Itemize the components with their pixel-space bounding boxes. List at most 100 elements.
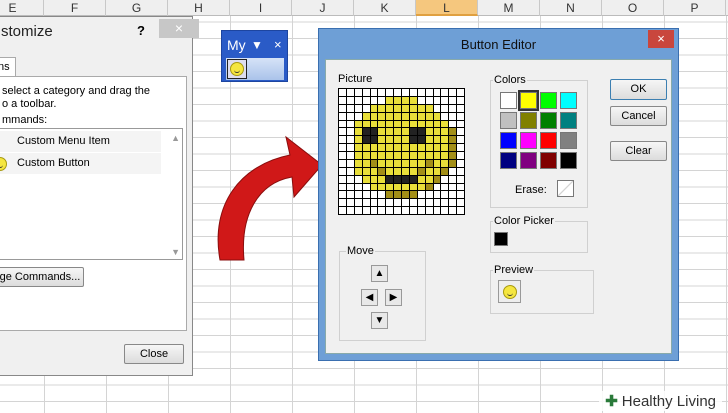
pixel-cell[interactable] — [409, 191, 417, 199]
pixel-cell[interactable] — [449, 136, 457, 144]
pixel-cell[interactable] — [402, 120, 409, 128]
pixel-cell[interactable] — [394, 199, 401, 207]
pixel-cell[interactable] — [378, 104, 386, 112]
pixel-cell[interactable] — [441, 144, 449, 151]
pixel-cell[interactable] — [386, 136, 394, 144]
custom-toolbar[interactable]: My ▼ × — [221, 30, 288, 82]
color-swatch[interactable] — [540, 132, 557, 149]
pixel-cell[interactable] — [339, 104, 346, 112]
pixel-cell[interactable] — [370, 175, 378, 183]
column-header-O[interactable]: O — [602, 0, 664, 16]
pixel-cell[interactable] — [362, 120, 370, 128]
pixel-cell[interactable] — [409, 104, 417, 112]
pixel-cell[interactable] — [433, 89, 441, 96]
pixel-cell[interactable] — [394, 175, 401, 183]
pixel-cell[interactable] — [441, 112, 449, 120]
pixel-cell[interactable] — [386, 183, 394, 191]
pixel-cell[interactable] — [394, 144, 401, 151]
color-swatch[interactable] — [520, 152, 537, 169]
pixel-cell[interactable] — [441, 175, 449, 183]
pixel-cell[interactable] — [409, 144, 417, 151]
commands-list[interactable]: Custom Menu Item Custom Button ▲ ▼ — [0, 128, 183, 260]
pixel-cell[interactable] — [449, 112, 457, 120]
pixel-cell[interactable] — [441, 96, 449, 104]
clear-button[interactable]: Clear — [610, 141, 667, 161]
pixel-cell[interactable] — [417, 120, 425, 128]
pixel-cell[interactable] — [378, 96, 386, 104]
pixel-cell[interactable] — [346, 136, 354, 144]
color-swatch[interactable] — [500, 132, 517, 149]
pixel-cell[interactable] — [339, 144, 346, 151]
pixel-cell[interactable] — [354, 144, 362, 151]
list-item[interactable]: Custom Menu Item — [0, 131, 161, 152]
pixel-cell[interactable] — [433, 104, 441, 112]
pixel-cell[interactable] — [354, 112, 362, 120]
pixel-cell[interactable] — [370, 112, 378, 120]
pixel-cell[interactable] — [449, 89, 457, 96]
pixel-cell[interactable] — [354, 175, 362, 183]
pixel-cell[interactable] — [425, 120, 433, 128]
pixel-cell[interactable] — [346, 199, 354, 207]
pixel-cell[interactable] — [449, 183, 457, 191]
pixel-cell[interactable] — [402, 104, 409, 112]
move-left-button[interactable]: ◀ — [361, 289, 378, 306]
pixel-cell[interactable] — [409, 96, 417, 104]
pixel-cell[interactable] — [346, 104, 354, 112]
pixel-cell[interactable] — [402, 183, 409, 191]
pixel-cell[interactable] — [339, 175, 346, 183]
pixel-cell[interactable] — [449, 120, 457, 128]
pixel-cell[interactable] — [425, 191, 433, 199]
close-icon[interactable]: × — [159, 19, 199, 38]
color-swatch[interactable] — [520, 132, 537, 149]
pixel-cell[interactable] — [339, 191, 346, 199]
pixel-cell[interactable] — [409, 175, 417, 183]
move-up-button[interactable]: ▲ — [371, 265, 388, 282]
pixel-cell[interactable] — [449, 159, 457, 167]
pixel-cell[interactable] — [433, 159, 441, 167]
pixel-cell[interactable] — [433, 96, 441, 104]
pixel-cell[interactable] — [433, 207, 441, 214]
pixel-cell[interactable] — [346, 120, 354, 128]
help-icon[interactable]: ? — [137, 23, 145, 38]
pixel-cell[interactable] — [409, 183, 417, 191]
pixel-cell[interactable] — [425, 128, 433, 136]
pixel-cell[interactable] — [425, 144, 433, 151]
pixel-cell[interactable] — [449, 175, 457, 183]
pixel-cell[interactable] — [339, 112, 346, 120]
pixel-cell[interactable] — [346, 152, 354, 159]
pixel-cell[interactable] — [409, 207, 417, 214]
column-header-I[interactable]: I — [230, 0, 292, 16]
color-swatch[interactable] — [518, 90, 539, 111]
pixel-cell[interactable] — [409, 152, 417, 159]
pixel-cell[interactable] — [339, 183, 346, 191]
pixel-cell[interactable] — [433, 183, 441, 191]
pixel-cell[interactable] — [394, 136, 401, 144]
color-swatch[interactable] — [500, 152, 517, 169]
pixel-cell[interactable] — [354, 128, 362, 136]
column-header-K[interactable]: K — [354, 0, 416, 16]
pixel-cell[interactable] — [417, 152, 425, 159]
pixel-cell[interactable] — [386, 159, 394, 167]
pixel-cell[interactable] — [362, 159, 370, 167]
pixel-cell[interactable] — [425, 183, 433, 191]
pixel-cell[interactable] — [441, 183, 449, 191]
pixel-cell[interactable] — [394, 159, 401, 167]
scroll-up-icon[interactable]: ▲ — [171, 133, 180, 143]
pixel-cell[interactable] — [417, 175, 425, 183]
pixel-cell[interactable] — [402, 191, 409, 199]
pixel-cell[interactable] — [402, 144, 409, 151]
column-header-J[interactable]: J — [292, 0, 354, 16]
pixel-cell[interactable] — [370, 191, 378, 199]
close-button[interactable]: Close — [124, 344, 184, 364]
pixel-cell[interactable] — [417, 128, 425, 136]
column-header-H[interactable]: H — [168, 0, 230, 16]
pixel-cell[interactable] — [354, 159, 362, 167]
pixel-cell[interactable] — [425, 136, 433, 144]
pixel-cell[interactable] — [339, 120, 346, 128]
pixel-cell[interactable] — [354, 207, 362, 214]
pixel-cell[interactable] — [425, 175, 433, 183]
pixel-cell[interactable] — [449, 167, 457, 175]
ok-button[interactable]: OK — [610, 79, 667, 100]
pixel-cell[interactable] — [370, 136, 378, 144]
pixel-cell[interactable] — [386, 128, 394, 136]
